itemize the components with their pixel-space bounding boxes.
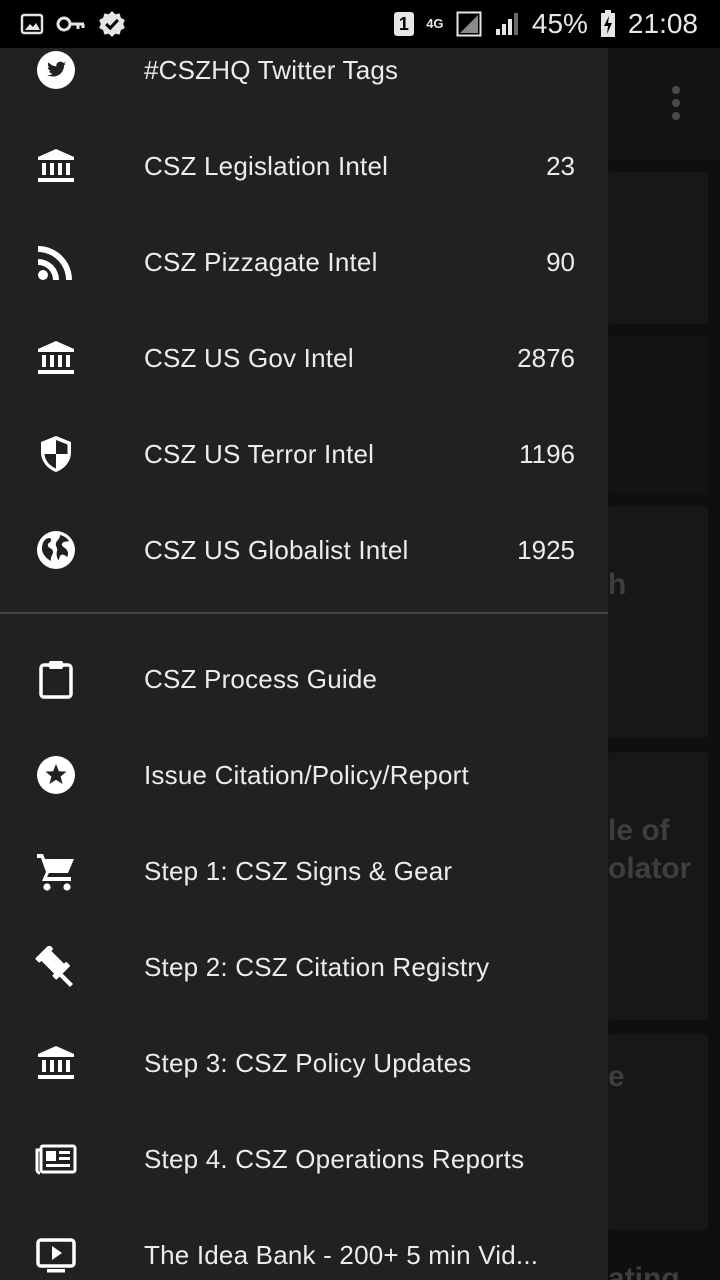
rss-icon [34,240,78,284]
newspaper-icon [34,1137,78,1181]
clipboard-icon [34,657,78,701]
background-text: h [608,568,627,601]
menu-item-us-terror-intel[interactable]: CSZ US Terror Intel 1196 [0,406,608,502]
status-left [20,10,126,38]
menu-item-legislation-intel[interactable]: CSZ Legislation Intel 23 [0,118,608,214]
battery-charging-icon [600,10,616,38]
cart-icon [34,849,78,893]
menu-item-label: #CSZHQ Twitter Tags [144,54,399,85]
menu-item-label: Step 1: CSZ Signs & Gear [144,855,453,886]
status-right: 1 4G 45% 21:08 [393,8,698,40]
status-bar: 1 4G 45% 21:08 [0,0,720,48]
menu-item-us-gov-intel[interactable]: CSZ US Gov Intel 2876 [0,310,608,406]
clock: 21:08 [627,8,698,39]
vpn-key-icon [56,14,86,34]
star-circle-icon [34,753,78,797]
sim-signal-empty-icon [456,11,482,37]
menu-item-count: 23 [546,150,575,181]
drawer-divider [0,612,608,614]
screen: h le of olator e ating 1 4G 45% 21:08 #C… [0,0,720,1280]
bank-icon [34,336,78,380]
sim-badge: 1 [393,12,414,36]
menu-item-label: Issue Citation/Policy/Report [144,759,469,790]
background-text: ating [608,1262,680,1280]
menu-item-label: CSZ US Globalist Intel [144,534,409,565]
menu-item-operations-reports[interactable]: Step 4. CSZ Operations Reports [0,1111,608,1207]
menu-item-label: CSZ Legislation Intel [144,150,389,181]
menu-item-label: CSZ US Gov Intel [144,342,354,373]
background-text: e [608,1060,625,1093]
background-text: olator [608,852,692,885]
menu-item-label: Step 3: CSZ Policy Updates [144,1047,472,1078]
gavel-icon [34,945,78,989]
battery-percent: 45% [531,8,588,39]
overflow-menu-icon[interactable] [670,86,682,126]
menu-item-twitter-tags[interactable]: #CSZHQ Twitter Tags [0,48,608,118]
feed-list: #CSZHQ Twitter Tags CSZ Legislation Inte… [0,48,608,598]
menu-item-label: Step 4. CSZ Operations Reports [144,1143,525,1174]
menu-item-us-globalist-intel[interactable]: CSZ US Globalist Intel 1925 [0,502,608,598]
video-icon [34,1233,78,1277]
menu-item-signs-gear[interactable]: Step 1: CSZ Signs & Gear [0,823,608,919]
background-card[interactable] [608,506,708,738]
menu-item-label: Step 2: CSZ Citation Registry [144,951,490,982]
background-card[interactable] [608,172,708,324]
menu-item-citation-registry[interactable]: Step 2: CSZ Citation Registry [0,919,608,1015]
menu-item-policy-updates[interactable]: Step 3: CSZ Policy Updates [0,1015,608,1111]
menu-item-count: 90 [546,246,575,277]
background-card[interactable] [608,336,708,494]
network-type-label: 4G [426,16,444,31]
verified-badge-icon [98,10,126,38]
twitter-icon [34,48,78,92]
background-text: le of [608,814,670,847]
link-list: CSZ Process Guide Issue Citation/Policy/… [0,631,608,1280]
menu-item-label: CSZ US Terror Intel [144,438,375,469]
shield-icon [34,432,78,476]
signal-strength-icon [494,11,520,37]
bank-icon [34,144,78,188]
menu-item-label: CSZ Process Guide [144,663,378,694]
menu-item-idea-bank[interactable]: The Idea Bank - 200+ 5 min Vid... [0,1207,608,1280]
menu-item-label: The Idea Bank - 200+ 5 min Vid... [144,1239,539,1270]
globe-icon [34,528,78,572]
menu-item-label: CSZ Pizzagate Intel [144,246,378,277]
bank-icon [34,1041,78,1085]
menu-item-count: 1925 [517,534,575,565]
menu-item-count: 2876 [517,342,575,373]
menu-item-issue-citation[interactable]: Issue Citation/Policy/Report [0,727,608,823]
menu-item-process-guide[interactable]: CSZ Process Guide [0,631,608,727]
menu-item-count: 1196 [519,438,575,469]
menu-item-pizzagate-intel[interactable]: CSZ Pizzagate Intel 90 [0,214,608,310]
gallery-notification-icon [20,12,44,36]
navigation-drawer: #CSZHQ Twitter Tags CSZ Legislation Inte… [0,48,608,1280]
